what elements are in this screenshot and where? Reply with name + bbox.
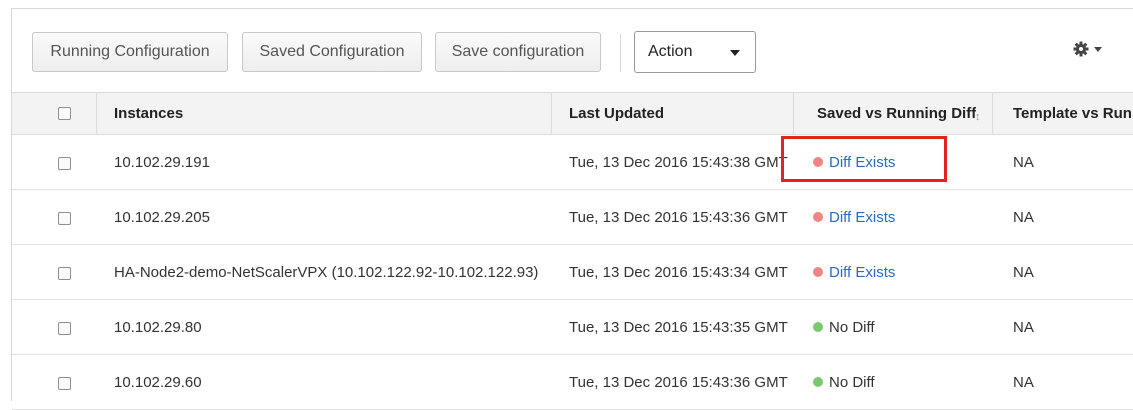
status-dot-icon: [813, 212, 823, 222]
running-configuration-button[interactable]: Running Configuration: [32, 32, 228, 72]
configuration-panel: Running Configuration Saved Configuratio…: [11, 8, 1133, 410]
toolbar-divider: [620, 34, 621, 72]
chevron-down-icon: [730, 50, 740, 56]
settings-dropdown-icon[interactable]: [1094, 47, 1102, 52]
table-row[interactable]: HA-Node2-demo-NetScalerVPX (10.102.122.9…: [12, 245, 1133, 300]
row-checkbox[interactable]: [58, 212, 71, 225]
diff-status[interactable]: Diff Exists: [813, 245, 895, 299]
template-status: NA: [1013, 318, 1034, 336]
last-updated: Tue, 13 Dec 2016 15:43:35 GMT: [569, 318, 788, 336]
action-select[interactable]: Action: [634, 31, 756, 73]
no-diff-label: No Diff: [829, 318, 875, 336]
no-diff-label: No Diff: [829, 373, 875, 391]
status-dot-icon: [813, 322, 823, 332]
status-dot-icon: [813, 377, 823, 387]
last-updated: Tue, 13 Dec 2016 15:43:36 GMT: [569, 208, 788, 226]
gear-icon[interactable]: [1073, 41, 1089, 57]
row-checkbox[interactable]: [58, 267, 71, 280]
column-header-last-updated[interactable]: Last Updated: [569, 93, 664, 134]
diff-exists-link[interactable]: Diff Exists: [829, 209, 895, 226]
sort-icon[interactable]: ↕: [975, 111, 981, 123]
column-header-instances[interactable]: Instances: [114, 93, 183, 134]
row-checkbox[interactable]: [58, 377, 71, 390]
instance-name: 10.102.29.205: [114, 208, 210, 226]
saved-configuration-button[interactable]: Saved Configuration: [242, 32, 422, 72]
table-header: Instances Last Updated Saved vs Running …: [12, 92, 1133, 135]
instance-name: HA-Node2-demo-NetScalerVPX (10.102.122.9…: [114, 263, 539, 281]
column-header-template-vs-running[interactable]: Template vs Run: [1013, 93, 1133, 134]
instance-name: 10.102.29.80: [114, 318, 202, 336]
save-configuration-button[interactable]: Save configuration: [435, 32, 601, 72]
diff-status[interactable]: Diff Exists: [813, 135, 895, 189]
last-updated: Tue, 13 Dec 2016 15:43:34 GMT: [569, 263, 788, 281]
table-row[interactable]: 10.102.29.191 Tue, 13 Dec 2016 15:43:38 G…: [12, 135, 1133, 190]
select-all-checkbox[interactable]: [58, 107, 71, 120]
diff-status: No Diff: [813, 300, 875, 354]
diff-exists-link[interactable]: Diff Exists: [829, 264, 895, 281]
column-header-saved-vs-running-diff[interactable]: Saved vs Running Diff: [817, 93, 976, 134]
template-status: NA: [1013, 208, 1034, 226]
row-checkbox[interactable]: [58, 322, 71, 335]
table-row[interactable]: 10.102.29.60 Tue, 13 Dec 2016 15:43:36 GM…: [12, 355, 1133, 410]
last-updated: Tue, 13 Dec 2016 15:43:38 GMT: [569, 153, 788, 171]
action-select-label: Action: [648, 43, 693, 60]
status-dot-icon: [813, 267, 823, 277]
table-row[interactable]: 10.102.29.205 Tue, 13 Dec 2016 15:43:36 G…: [12, 190, 1133, 245]
diff-exists-link[interactable]: Diff Exists: [829, 154, 895, 171]
toolbar: Running Configuration Saved Configuratio…: [12, 9, 1133, 91]
row-checkbox[interactable]: [58, 157, 71, 170]
template-status: NA: [1013, 153, 1034, 171]
status-dot-icon: [813, 157, 823, 167]
diff-status[interactable]: Diff Exists: [813, 190, 895, 244]
instance-name: 10.102.29.191: [114, 153, 210, 171]
table-row[interactable]: 10.102.29.80 Tue, 13 Dec 2016 15:43:35 GM…: [12, 300, 1133, 355]
template-status: NA: [1013, 263, 1034, 281]
